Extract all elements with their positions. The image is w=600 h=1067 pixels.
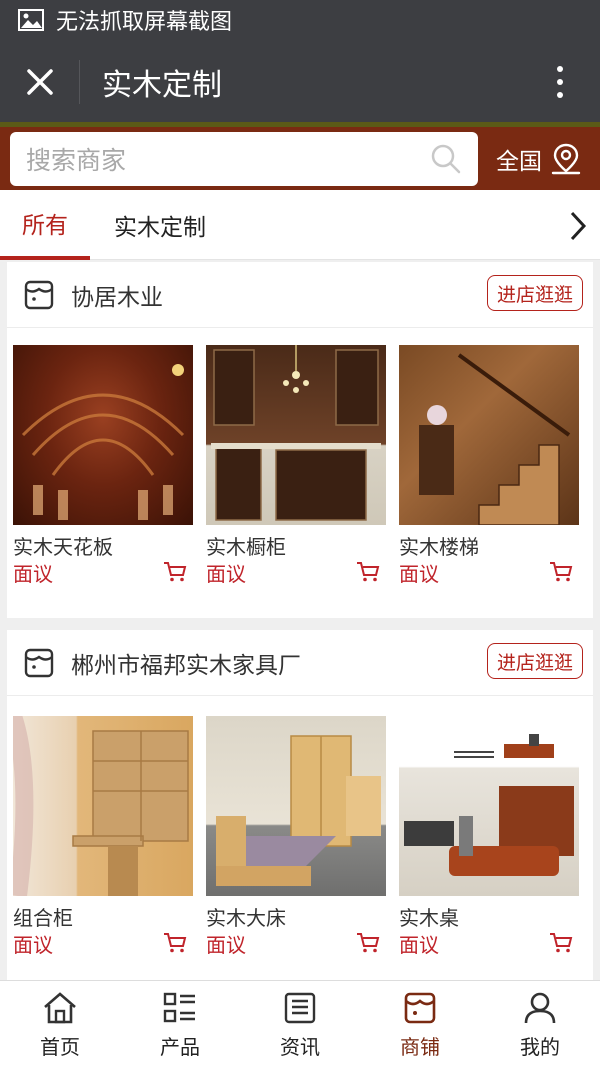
product-card[interactable]: 实木天花板 面议 [13, 345, 193, 587]
shop-icon [24, 648, 54, 677]
store-header: 郴州市福邦实木家具厂 进店逛逛 [7, 630, 593, 696]
store-header: 协居木业 进店逛逛 [7, 262, 593, 328]
cart-icon[interactable] [356, 561, 380, 583]
nav-news[interactable]: 资讯 [240, 981, 360, 1067]
product-name: 实木楼梯 [399, 535, 479, 559]
nav-label: 商铺 [400, 1035, 440, 1059]
status-bar: 无法抓取屏幕截图 [0, 0, 600, 40]
title-bar: 实木定制 [0, 40, 600, 124]
shop-icon [404, 992, 436, 1024]
store-name[interactable]: 协居木业 [71, 278, 163, 312]
nav-me[interactable]: 我的 [480, 981, 600, 1067]
region-label: 全国 [496, 148, 542, 175]
page-title: 实木定制 [102, 68, 222, 103]
product-price: 面议 [206, 561, 246, 586]
search-input[interactable]: 搜索商家 [10, 131, 478, 186]
product-price: 面议 [13, 561, 53, 586]
product-card[interactable]: 组合柜 面议 [13, 716, 193, 958]
search-placeholder: 搜索商家 [26, 145, 127, 175]
grid-list-icon [163, 992, 195, 1023]
nav-shops[interactable]: 商铺 [360, 981, 480, 1067]
product-card[interactable]: 实木大床 面议 [206, 716, 386, 958]
product-image[interactable] [13, 716, 193, 896]
chevron-right-icon[interactable] [568, 210, 588, 242]
more-vertical-icon[interactable] [540, 66, 580, 98]
nav-label: 产品 [160, 1035, 200, 1059]
tab-all[interactable]: 所有 [0, 190, 90, 260]
product-card[interactable]: 实木楼梯 面议 [399, 345, 579, 587]
nav-home[interactable]: 首页 [0, 981, 120, 1067]
location-icon [551, 143, 581, 174]
news-icon [284, 992, 316, 1024]
product-price: 面议 [399, 561, 439, 586]
nav-label: 资讯 [280, 1035, 320, 1059]
shop-icon [24, 280, 54, 309]
product-name: 实木桌 [399, 906, 459, 930]
tab-solid-wood[interactable]: 实木定制 [90, 190, 230, 260]
enter-store-button[interactable]: 进店逛逛 [486, 275, 583, 311]
category-tabs: 所有 实木定制 [0, 190, 600, 260]
enter-store-button[interactable]: 进店逛逛 [486, 643, 583, 679]
search-bar: 搜索商家 全国 [0, 127, 600, 190]
user-icon [524, 992, 556, 1024]
store-card: 郴州市福邦实木家具厂 进店逛逛 组合柜 面议 实木大床 面议 实木桌 面议 [7, 630, 593, 980]
product-name: 实木天花板 [13, 535, 113, 559]
cart-icon[interactable] [356, 932, 380, 954]
status-text: 无法抓取屏幕截图 [56, 10, 233, 35]
close-button[interactable] [0, 60, 80, 104]
nav-products[interactable]: 产品 [120, 981, 240, 1067]
search-icon[interactable] [430, 143, 462, 175]
product-card[interactable]: 实木桌 面议 [399, 716, 579, 958]
nav-label: 首页 [40, 1035, 80, 1059]
region-selector[interactable]: 全国 [496, 142, 582, 176]
close-icon [26, 69, 53, 95]
product-name: 实木大床 [206, 906, 286, 930]
product-price: 面议 [13, 932, 53, 957]
product-name: 组合柜 [13, 906, 73, 930]
product-image[interactable] [13, 345, 193, 525]
home-icon [44, 992, 76, 1024]
product-image[interactable] [399, 345, 579, 525]
product-image[interactable] [206, 345, 386, 525]
product-name: 实木橱柜 [206, 535, 286, 559]
cart-icon[interactable] [163, 932, 187, 954]
product-price: 面议 [399, 932, 439, 957]
cart-icon[interactable] [163, 561, 187, 583]
cart-icon[interactable] [549, 932, 573, 954]
product-image[interactable] [206, 716, 386, 896]
product-price: 面议 [206, 932, 246, 957]
store-card: 协居木业 进店逛逛 实木天花板 面议 实木橱柜 面议 实木楼梯 面议 [7, 262, 593, 618]
product-card[interactable]: 实木橱柜 面议 [206, 345, 386, 587]
cart-icon[interactable] [549, 561, 573, 583]
store-name[interactable]: 郴州市福邦实木家具厂 [71, 646, 301, 680]
bottom-nav: 首页 产品 资讯 商铺 我的 [0, 980, 600, 1067]
product-image[interactable] [399, 716, 579, 896]
nav-label: 我的 [520, 1035, 560, 1059]
image-icon [18, 9, 44, 31]
